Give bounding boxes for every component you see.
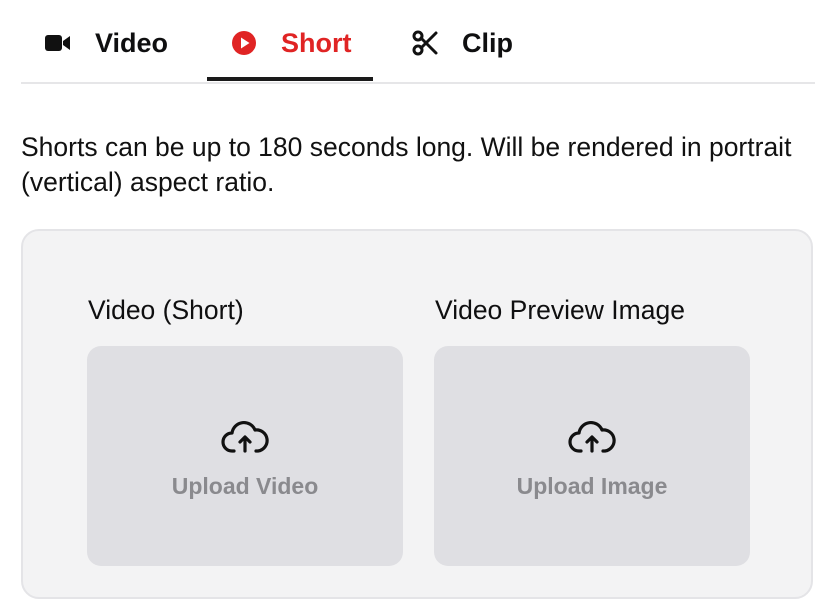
tab-clip-label: Clip [462,27,513,58]
scissors-icon [410,28,440,58]
upload-video-label: Upload Video [171,473,319,499]
tab-short-label: Short [281,27,352,58]
cloud-upload-icon [221,412,269,463]
cloud-upload-icon [568,412,616,463]
play-circle-icon [229,28,259,58]
video-camera-icon [43,28,73,58]
content-type-tabs: Video Short Clip [21,0,815,84]
upload-image-label: Upload Image [516,473,668,499]
tab-short[interactable]: Short [229,22,352,64]
short-description: Shorts can be up to 180 seconds long. Wi… [21,132,792,197]
upload-panel: Video (Short) Video Preview Image Upload… [21,229,813,599]
video-field-label: Video (Short) [88,295,244,325]
tab-clip[interactable]: Clip [410,22,513,64]
active-tab-indicator [207,77,373,81]
upload-video-dropzone[interactable]: Upload Video [87,346,403,566]
upload-image-dropzone[interactable]: Upload Image [434,346,750,566]
preview-image-field-label: Video Preview Image [435,295,685,325]
tab-video-label: Video [95,27,169,58]
tab-video[interactable]: Video [43,22,168,64]
